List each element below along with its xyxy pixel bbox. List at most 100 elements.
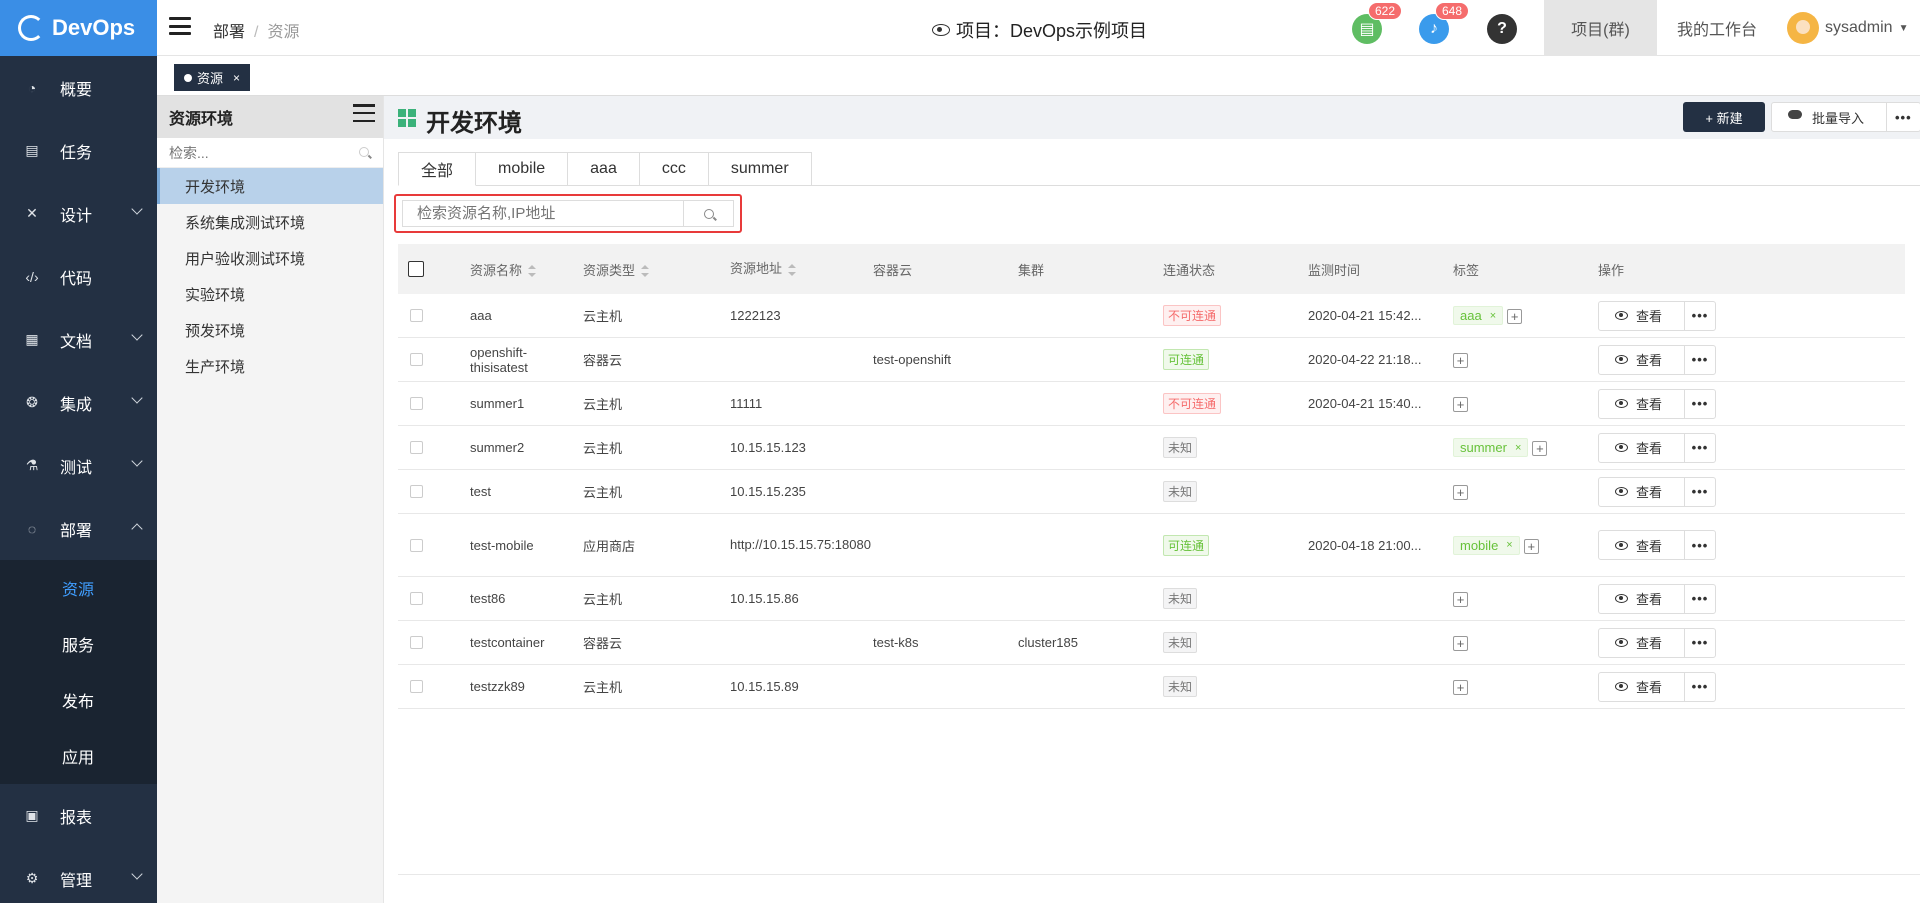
add-tag-button[interactable]: + (1453, 591, 1468, 607)
sidebar-item-test[interactable]: ⚗ 测试 (0, 434, 157, 497)
help-button[interactable]: ? (1487, 14, 1517, 44)
view-button[interactable]: 查看 (1599, 584, 1685, 613)
menu-toggle-icon[interactable] (169, 17, 191, 35)
row-checkbox[interactable] (409, 397, 423, 410)
eye-icon (1615, 594, 1628, 603)
more-actions-button[interactable]: ••• (1685, 591, 1715, 606)
row-checkbox[interactable] (409, 538, 423, 552)
logo[interactable]: DevOps (0, 0, 157, 56)
breadcrumb-item[interactable]: 部署 (213, 24, 245, 41)
sidebar-subitem-resources[interactable]: 资源 (0, 560, 157, 616)
env-item-sit[interactable]: 系统集成测试环境 (157, 204, 383, 240)
page-tag-resources[interactable]: 资源 × (174, 64, 251, 91)
todo-button[interactable]: ▤ 622 (1352, 2, 1403, 44)
add-tag-button[interactable]: + (1453, 352, 1468, 368)
nav-project-group[interactable]: 项目(群) (1544, 0, 1657, 56)
more-actions-button[interactable]: ••• (1685, 396, 1715, 411)
sidebar-item-code[interactable]: ‹/› 代码 (0, 245, 157, 308)
env-item-dev[interactable]: 开发环境 (157, 168, 383, 204)
sidebar-item-docs[interactable]: ▦ 文档 (0, 308, 157, 371)
add-tag-button[interactable]: + (1532, 441, 1548, 457)
add-tag-button[interactable]: + (1507, 309, 1523, 325)
more-actions-button[interactable]: ••• (1685, 308, 1715, 323)
nav-my-workspace[interactable]: 我的工作台 (1657, 0, 1777, 56)
more-actions-button[interactable]: ••• (1685, 440, 1715, 455)
env-item-uat[interactable]: 用户验收测试环境 (157, 240, 383, 276)
tab-mobile[interactable]: mobile (476, 152, 569, 186)
row-checkbox[interactable] (409, 636, 423, 649)
project-name: 项目：DevOps示例项目 (956, 21, 1148, 41)
view-button[interactable]: 查看 (1599, 531, 1685, 559)
row-checkbox[interactable] (409, 485, 423, 498)
tag-close-icon[interactable]: × (1515, 442, 1521, 454)
sidebar-item-integration[interactable]: ❂ 集成 (0, 371, 157, 434)
column-header-address[interactable]: 资源地址 (728, 257, 873, 281)
column-header-name[interactable]: 资源名称 (434, 260, 583, 279)
column-header-type[interactable]: 资源类型 (583, 260, 728, 279)
row-checkbox[interactable] (409, 309, 423, 322)
view-button[interactable]: 查看 (1599, 433, 1685, 462)
sidebar-subitem-release[interactable]: 发布 (0, 672, 157, 728)
search-icon[interactable] (359, 147, 369, 157)
tab-aaa[interactable]: aaa (568, 152, 640, 186)
more-actions-button[interactable]: ••• (1685, 538, 1715, 553)
add-tag-button[interactable]: + (1453, 635, 1468, 651)
eye-icon (1615, 355, 1628, 364)
more-actions-button[interactable]: ••• (1885, 103, 1920, 131)
row-checkbox[interactable] (409, 592, 423, 605)
tab-summer[interactable]: summer (708, 152, 812, 186)
sidebar-item-label: 报表 (60, 809, 93, 827)
tag-close-icon[interactable]: × (1506, 539, 1512, 551)
sidebar-subitem-apps[interactable]: 应用 (0, 728, 157, 784)
new-resource-button[interactable]: + 新建 (1683, 102, 1765, 132)
view-button[interactable]: 查看 (1599, 389, 1685, 418)
environment-panel-header: 资源环境 (157, 96, 383, 138)
close-icon[interactable]: × (233, 71, 240, 85)
sidebar-item-label: 集成 (60, 396, 93, 414)
resource-search-input[interactable] (403, 201, 684, 226)
tab-ccc[interactable]: ccc (639, 152, 709, 186)
table-row: summer1 云主机 11111 不可连通 2020-04-21 15:40... + 查… (398, 382, 1905, 426)
sidebar-item-design[interactable]: ✕ 设计 (0, 182, 157, 245)
more-actions-button[interactable]: ••• (1685, 352, 1715, 367)
add-tag-button[interactable]: + (1453, 484, 1468, 500)
add-tag-button[interactable]: + (1523, 538, 1539, 554)
row-checkbox[interactable] (409, 353, 423, 366)
sidebar-item-overview[interactable]: ◔ 概要 (0, 56, 157, 119)
search-button[interactable] (683, 201, 733, 226)
view-label: 查看 (1636, 397, 1663, 412)
add-tag-button[interactable]: + (1453, 679, 1468, 695)
view-button[interactable]: 查看 (1599, 301, 1685, 330)
env-item-staging[interactable]: 预发环境 (157, 312, 383, 348)
env-item-lab[interactable]: 实验环境 (157, 276, 383, 312)
tag-close-icon[interactable]: × (1490, 310, 1496, 322)
sidebar-item-reports[interactable]: ▣ 报表 (0, 784, 157, 847)
sidebar-item-deploy[interactable]: ◌ 部署 (0, 497, 157, 560)
row-checkbox[interactable] (409, 680, 423, 693)
more-actions-button[interactable]: ••• (1685, 635, 1715, 650)
view-button[interactable]: 查看 (1599, 672, 1685, 701)
user-menu[interactable]: sysadmin ▼ (1787, 0, 1917, 56)
view-label: 查看 (1636, 441, 1663, 456)
view-button[interactable]: 查看 (1599, 345, 1685, 374)
select-all-checkbox[interactable] (408, 261, 424, 277)
view-button[interactable]: 查看 (1599, 477, 1685, 506)
sidebar-item-admin[interactable]: ⚙ 管理 (0, 847, 157, 903)
environment-search-input[interactable] (169, 144, 339, 161)
batch-import-button[interactable]: 批量导入 (1772, 108, 1886, 127)
notification-button[interactable]: ♪ 648 (1419, 2, 1470, 44)
view-button[interactable]: 查看 (1599, 628, 1685, 657)
more-actions-button[interactable]: ••• (1685, 679, 1715, 694)
main-content: 开发环境 + 新建 批量导入 ••• 全部 mobile aaa ccc sum… (384, 96, 1920, 903)
sidebar-subitem-services[interactable]: 服务 (0, 616, 157, 672)
row-checkbox[interactable] (409, 441, 423, 454)
add-tag-button[interactable]: + (1453, 396, 1468, 412)
env-item-prod[interactable]: 生产环境 (157, 348, 383, 384)
sidebar-item-tasks[interactable]: ▤ 任务 (0, 119, 157, 182)
menu-icon[interactable] (353, 104, 375, 122)
breadcrumb-separator: / (254, 24, 259, 41)
more-actions-button[interactable]: ••• (1685, 484, 1715, 499)
cell-monitor-time: 2020-04-21 15:40... (1308, 396, 1422, 411)
project-selector[interactable]: 项目：DevOps示例项目 (932, 17, 1147, 43)
tab-all[interactable]: 全部 (398, 152, 477, 186)
